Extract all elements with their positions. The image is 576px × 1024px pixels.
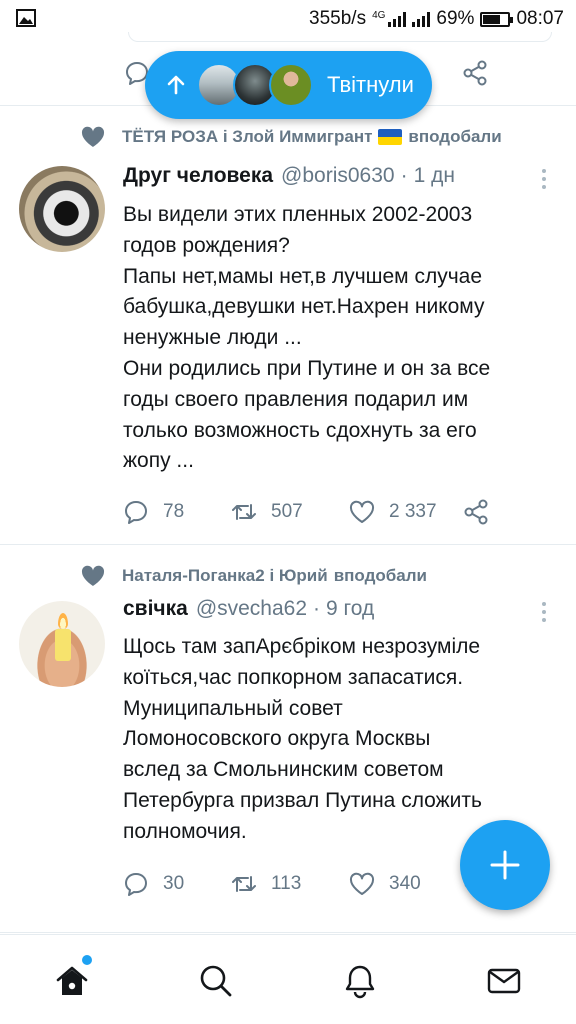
tweet-text-line: Муниципальный совет	[123, 696, 343, 720]
signal-icon	[412, 11, 431, 27]
avatar[interactable]	[19, 166, 105, 252]
retweet-icon	[232, 876, 256, 892]
tweet-text-line: вслед за Смольнинским советом	[123, 758, 444, 782]
ukraine-flag-icon	[378, 129, 403, 145]
separator: ·	[313, 597, 321, 620]
author-handle[interactable]: @boris0630	[281, 164, 395, 188]
battery-fill	[483, 14, 500, 24]
reply-button[interactable]: 30	[123, 869, 184, 899]
reply-button[interactable]: 78	[123, 497, 184, 527]
retweet-icon	[232, 504, 256, 520]
clock: 08:07	[516, 8, 564, 29]
tweet-text-line: Петербурга призвал Путина сложить	[123, 788, 482, 812]
author-name[interactable]: свічка	[123, 597, 188, 621]
tweet-text-line: Вы видели этих пленных 2002-2003	[123, 203, 473, 226]
social-context-action: вподобали	[408, 127, 502, 146]
new-tweets-label: Твітнули	[327, 72, 414, 97]
mail-icon	[487, 968, 521, 994]
tweet-text-line: годов рождения?	[123, 233, 290, 257]
retweet-count: 113	[271, 873, 302, 894]
social-context-names[interactable]: Наталя-Поганка2 і Юрий	[122, 566, 328, 586]
avatar	[269, 63, 313, 107]
tweet-text-line: Щось там запАрєбріком незрозуміле	[123, 635, 481, 658]
more-vertical-icon[interactable]	[536, 166, 552, 192]
like-button[interactable]: 340	[349, 869, 421, 899]
nav-messages[interactable]	[484, 961, 524, 1001]
retweet-button[interactable]: 507	[231, 497, 303, 527]
network-speed: 355b/s	[309, 8, 367, 29]
network-type: 4G	[372, 10, 386, 21]
quoted-card-edge	[128, 32, 552, 42]
tweet[interactable]: ТЁТЯ РОЗА і Злой Иммигрант вподобали Дру…	[0, 106, 576, 545]
tweet-actions: 78 507 2 337	[123, 497, 563, 527]
social-context-names[interactable]: ТЁТЯ РОЗА і Злой Иммигрант	[122, 127, 372, 147]
tweet-header: свічка @svecha62 · 9 год	[123, 597, 374, 627]
tweet-text: Вы видели этих пленных 2002-2003 годов р…	[123, 200, 563, 477]
share-icon[interactable]	[462, 60, 488, 86]
status-indicators: 355b/s 4G 69% 08:07	[309, 6, 564, 32]
share-icon	[464, 499, 488, 525]
more-vertical-icon[interactable]	[536, 599, 552, 625]
social-context-action: вподобали	[333, 566, 427, 585]
candle-body	[55, 629, 71, 661]
tweet-text-line: жопу ...	[123, 449, 194, 473]
share-button[interactable]	[463, 497, 503, 527]
tweet-text-line: Папы нет,мамы нет,в лучшем случае	[123, 264, 482, 288]
social-context: Наталя-Поганка2 і Юрий вподобали	[80, 563, 427, 589]
tweet-time[interactable]: 9 год	[326, 597, 374, 621]
tweet-text-line: годы своего правления подарил им	[123, 387, 469, 411]
avatar[interactable]	[19, 601, 105, 687]
like-button[interactable]: 2 337	[349, 497, 437, 527]
reply-count: 78	[163, 501, 185, 522]
unread-dot	[82, 955, 92, 965]
nav-search[interactable]	[196, 961, 236, 1001]
tweet-text-line: только возможность сдохнуть за его	[123, 418, 477, 442]
reply-icon	[125, 501, 147, 524]
social-context: ТЁТЯ РОЗА і Злой Иммигрант вподобали	[80, 124, 502, 150]
retweet-count: 507	[271, 501, 303, 522]
search-icon	[200, 965, 232, 997]
nav-home[interactable]	[52, 961, 92, 1001]
tweet-time[interactable]: 1 дн	[414, 164, 455, 188]
author-name[interactable]: Друг человека	[123, 164, 273, 188]
signal-icon	[388, 11, 407, 27]
pill-avatars	[197, 63, 313, 107]
heart-icon	[349, 500, 375, 523]
image-icon	[16, 9, 36, 27]
bottom-navigation	[0, 934, 576, 1024]
battery-icon	[480, 11, 514, 27]
tweet-text-line: ненужные люди ...	[123, 326, 302, 350]
tweet-text-line: Они родились при Путине и он за все	[123, 356, 491, 380]
like-count: 340	[389, 873, 421, 894]
author-handle[interactable]: @svecha62	[196, 597, 307, 621]
separator: ·	[400, 164, 408, 187]
compose-tweet-button[interactable]	[460, 820, 550, 910]
bell-icon	[345, 965, 375, 999]
tweet-text: Щось там запАрєбріком незрозуміле коїтьс…	[123, 632, 563, 848]
arrow-up-icon	[167, 75, 185, 95]
tweet-text-line: коїться,час попкорном запасатися.	[123, 665, 464, 689]
new-tweets-pill[interactable]: Твітнули	[145, 51, 432, 119]
tweet-header: Друг человека @boris0630 · 1 дн	[123, 164, 455, 194]
reply-count: 30	[163, 873, 185, 894]
tweet-text-line: бабушка,девушки нет.Нахрен никому	[123, 295, 485, 319]
battery-percent: 69%	[436, 8, 475, 29]
reply-icon	[125, 873, 147, 896]
heart-filled-icon	[81, 126, 105, 147]
plus-icon	[490, 850, 520, 880]
home-icon	[56, 966, 88, 995]
retweet-button[interactable]: 113	[231, 869, 301, 899]
like-count: 2 337	[389, 501, 437, 522]
candle-flame	[58, 613, 68, 629]
tweet-text-line: Ломоносовского округа Москвы	[123, 727, 431, 751]
nav-notifications[interactable]	[340, 961, 380, 1001]
heart-filled-icon	[81, 565, 105, 586]
heart-icon	[349, 872, 375, 895]
